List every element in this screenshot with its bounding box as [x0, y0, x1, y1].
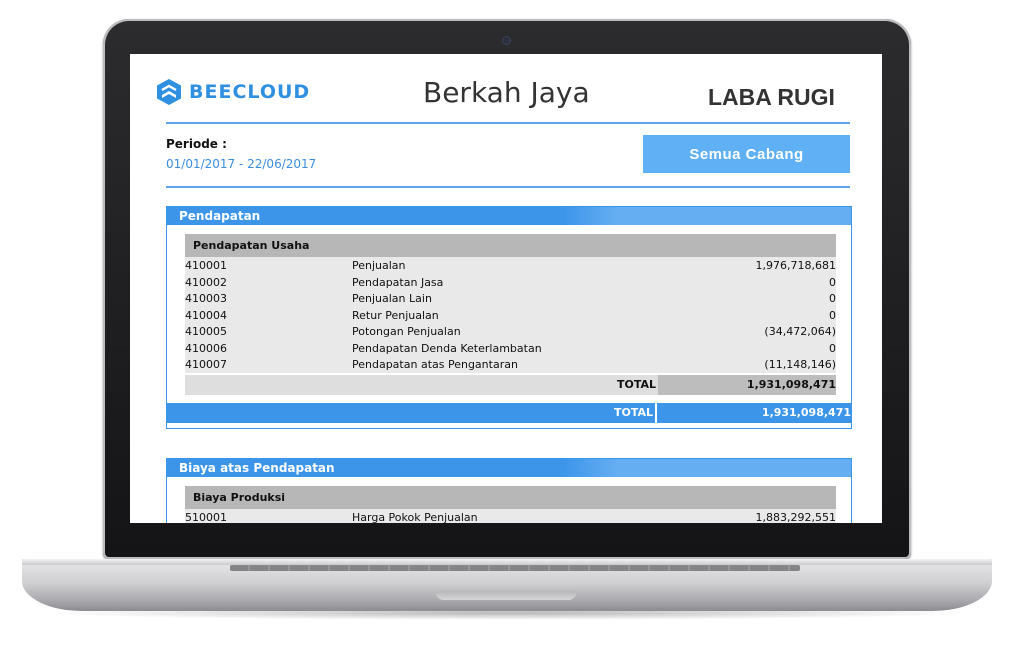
- account-name: Pendapatan Denda Keterlambatan: [352, 341, 542, 355]
- section-pendapatan: Pendapatan Pendapatan Usaha 410001 Penju…: [166, 206, 852, 429]
- total-divider: [655, 402, 657, 423]
- account-amount: (11,148,146): [764, 358, 836, 371]
- account-name: Pendapatan atas Pengantaran: [352, 358, 518, 371]
- report-title: LABA RUGI: [708, 84, 835, 110]
- account-name: Retur Penjualan: [352, 308, 439, 322]
- group-subtotal-row: TOTAL 1,931,098,471: [185, 374, 836, 395]
- header-divider: [166, 122, 850, 124]
- keyboard-edge: [230, 565, 800, 571]
- account-amount: 1,883,292,551: [755, 511, 836, 523]
- company-name: Berkah Jaya: [423, 76, 590, 109]
- subtotal-value: 1,931,098,471: [658, 374, 836, 395]
- all-branches-button[interactable]: Semua Cabang: [643, 135, 850, 173]
- account-code: 410003: [185, 292, 227, 305]
- total-label: TOTAL: [613, 405, 653, 419]
- account-amount: (34,472,064): [764, 325, 836, 338]
- section-total-row: TOTAL 1,931,098,471: [167, 402, 851, 423]
- account-code: 410005: [185, 325, 227, 338]
- group-title: Biaya Produksi: [185, 486, 836, 509]
- account-code: 510001: [185, 511, 227, 523]
- hexagon-logo-icon: [157, 79, 181, 105]
- account-code: 410004: [185, 308, 227, 322]
- account-amount: 0: [829, 292, 836, 305]
- table-row[interactable]: 510001 Harga Pokok Penjualan 1,883,292,5…: [185, 509, 836, 523]
- table-row[interactable]: 410002 Pendapatan Jasa 0: [185, 274, 836, 291]
- account-amount: 1,976,718,681: [755, 259, 836, 272]
- webcam: [503, 37, 510, 44]
- account-list: 510001 Harga Pokok Penjualan 1,883,292,5…: [185, 509, 836, 523]
- subtotal-label: TOTAL: [616, 377, 656, 391]
- lid-open-notch: [435, 591, 577, 600]
- table-row[interactable]: 410006 Pendapatan Denda Keterlambatan 0: [185, 340, 836, 357]
- section-biaya-atas-pendapatan: Biaya atas Pendapatan Biaya Produksi 510…: [166, 458, 852, 523]
- table-row[interactable]: 410005 Potongan Penjualan (34,472,064): [185, 323, 836, 340]
- account-name: Pendapatan Jasa: [352, 275, 444, 289]
- account-name: Harga Pokok Penjualan: [352, 511, 478, 523]
- account-code: 410001: [185, 259, 227, 272]
- table-row[interactable]: 410003 Penjualan Lain 0: [185, 290, 836, 307]
- logo-text: BEECLOUD: [189, 81, 311, 103]
- account-code: 410007: [185, 358, 227, 371]
- account-amount: 0: [829, 341, 836, 355]
- account-list: 410001 Penjualan 1,976,718,681 410002 Pe…: [185, 257, 836, 373]
- section-title: Pendapatan: [167, 207, 851, 225]
- group-title: Pendapatan Usaha: [185, 234, 836, 257]
- laptop-screen: BEECLOUD Berkah Jaya LABA RUGI Periode :…: [130, 54, 882, 523]
- account-code: 410002: [185, 275, 227, 289]
- account-code: 410006: [185, 341, 227, 355]
- account-amount: 0: [829, 308, 836, 322]
- table-row[interactable]: 410001 Penjualan 1,976,718,681: [185, 257, 836, 274]
- table-row[interactable]: 410004 Retur Penjualan 0: [185, 307, 836, 324]
- account-name: Penjualan: [352, 259, 406, 272]
- account-amount: 0: [829, 275, 836, 289]
- account-name: Potongan Penjualan: [352, 325, 461, 338]
- filter-divider: [166, 186, 850, 188]
- total-value: 1,931,098,471: [761, 405, 851, 419]
- section-title: Biaya atas Pendapatan: [167, 459, 851, 477]
- account-name: Penjualan Lain: [352, 292, 432, 305]
- period-label: Periode :: [166, 137, 227, 151]
- table-row[interactable]: 410007 Pendapatan atas Pengantaran (11,1…: [185, 356, 836, 373]
- beecloud-logo: BEECLOUD: [157, 79, 310, 105]
- period-range[interactable]: 01/01/2017 - 22/06/2017: [166, 157, 316, 171]
